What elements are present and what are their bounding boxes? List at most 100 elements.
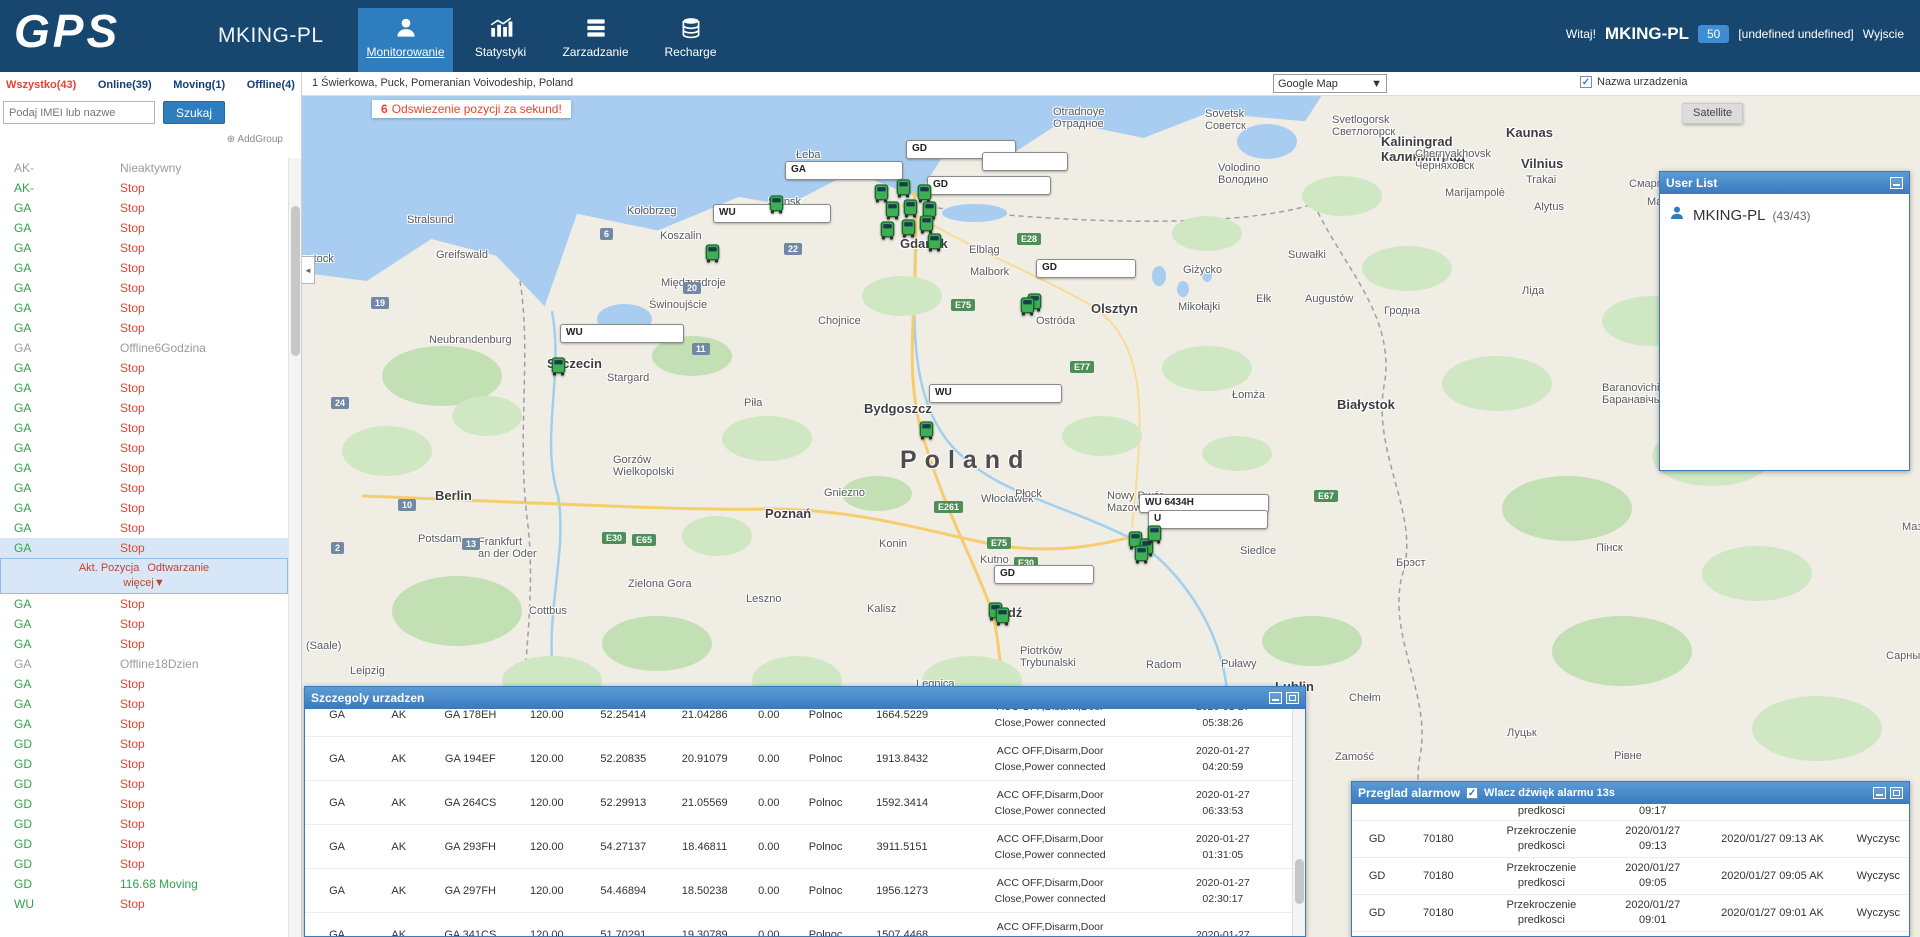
device-row[interactable]: GAStop (0, 418, 288, 438)
truck-marker-icon[interactable] (994, 607, 1011, 626)
device-table-row[interactable]: GAAKGA 194EF120.0052.2083520.910790.00Po… (305, 737, 1292, 781)
add-group-link[interactable]: ⊕ AddGroup (227, 134, 283, 145)
device-row[interactable]: GAStop (0, 278, 288, 298)
filter-all[interactable]: Wszystko(43) (6, 79, 76, 91)
device-row[interactable]: GAStop (0, 634, 288, 654)
imei-search-input[interactable] (3, 101, 155, 124)
filter-online[interactable]: Online(39) (98, 79, 152, 91)
device-marker-label[interactable] (982, 152, 1068, 171)
truck-marker-icon[interactable] (879, 221, 896, 240)
device-row[interactable]: GAStop (0, 614, 288, 634)
details-scrollbar[interactable] (1292, 709, 1305, 936)
device-row[interactable]: GAStop (0, 198, 288, 218)
device-row[interactable]: GAOffline6Godzina (0, 338, 288, 358)
minimize-icon[interactable] (1269, 692, 1282, 704)
search-button[interactable]: Szukaj (163, 101, 225, 124)
device-row[interactable]: GAStop (0, 458, 288, 478)
tab-monitorowanie[interactable]: Monitorowanie (358, 8, 453, 72)
device-table-row[interactable]: GAAKGA 297FH120.0054.4689418.502380.00Po… (305, 869, 1292, 913)
device-row[interactable]: GAStop (0, 298, 288, 318)
maximize-icon[interactable] (1286, 692, 1299, 704)
tab-zarzadzanie[interactable]: Zarzadzanie (548, 8, 643, 72)
device-row[interactable]: GD116.68 Moving (0, 874, 288, 894)
alarm-row[interactable]: predkosci09:17 (1352, 804, 1909, 821)
device-row[interactable]: WUStop (0, 894, 288, 914)
device-table-row[interactable]: GAAKGA 264CS120.0052.2991321.055690.00Po… (305, 781, 1292, 825)
device-row[interactable]: GDStop (0, 734, 288, 754)
device-row[interactable]: GAOffline18Dzien (0, 654, 288, 674)
logout-link[interactable]: Wyjscie (1863, 27, 1904, 41)
device-row[interactable]: GAStop (0, 594, 288, 614)
device-row[interactable]: GDStop (0, 754, 288, 774)
clear-alarm-link[interactable]: Wyczysc (1857, 907, 1900, 919)
clear-alarm-link[interactable]: Wyczysc (1857, 833, 1900, 845)
alarm-sound-checkbox[interactable]: ✓ (1466, 787, 1478, 799)
scrollbar-thumb[interactable] (1295, 859, 1304, 904)
device-row[interactable]: GAStop (0, 318, 288, 338)
device-actions[interactable]: Akt. PozycjaOdtwarzaniewięcej▼ (0, 558, 288, 594)
truck-marker-icon[interactable] (895, 179, 912, 198)
device-marker-label[interactable]: GD (994, 565, 1094, 584)
maximize-icon[interactable] (1890, 787, 1903, 799)
truck-marker-icon[interactable] (1133, 545, 1150, 564)
device-table-row[interactable]: GAAKGA 293FH120.0054.2713718.468110.00Po… (305, 825, 1292, 869)
checkbox-checked-icon[interactable]: ✓ (1580, 76, 1592, 88)
truck-marker-icon[interactable] (1146, 525, 1163, 544)
device-row[interactable]: GDStop (0, 774, 288, 794)
device-marker-label[interactable]: GD (1036, 259, 1136, 278)
alarm-row[interactable]: GD70180Przekroczeniepredkosci2020/01/270… (1352, 821, 1909, 858)
device-table-row[interactable]: GAAKGA 178EH120.0052.2541421.042860.00Po… (305, 709, 1292, 737)
scrollbar-thumb[interactable] (291, 206, 300, 356)
filter-offline[interactable]: Offline(4) (247, 79, 295, 91)
device-marker-label[interactable]: U (1148, 510, 1268, 529)
device-marker-label[interactable]: WU (929, 384, 1062, 403)
alarm-row[interactable]: GD70180Przekroczeniepredkosci2020/01/270… (1352, 858, 1909, 895)
filter-moving[interactable]: Moving(1) (173, 79, 225, 91)
device-row[interactable]: AK-Nieaktywny (0, 158, 288, 178)
device-row[interactable]: GAStop (0, 258, 288, 278)
device-name-toggle[interactable]: ✓ Nazwa urzadzenia (1580, 76, 1688, 88)
device-row[interactable]: GAStop (0, 518, 288, 538)
device-row[interactable]: GAStop (0, 694, 288, 714)
device-row[interactable]: GAStop (0, 238, 288, 258)
device-row[interactable]: GAStop (0, 538, 288, 558)
device-row[interactable]: GDStop (0, 854, 288, 874)
device-row[interactable]: GAStop (0, 378, 288, 398)
device-marker-label[interactable]: GA (785, 161, 903, 180)
truck-marker-icon[interactable] (884, 201, 901, 220)
tab-statystyki[interactable]: Statystyki (453, 8, 548, 72)
clear-alarm-link[interactable]: Wyczysc (1857, 870, 1900, 882)
device-row[interactable]: AK-Stop (0, 178, 288, 198)
device-row[interactable]: GAStop (0, 714, 288, 734)
satellite-button[interactable]: Satellite (1683, 103, 1743, 124)
minimize-icon[interactable] (1873, 787, 1886, 799)
truck-marker-icon[interactable] (918, 215, 935, 234)
device-row[interactable]: GAStop (0, 674, 288, 694)
device-marker-label[interactable]: WU (560, 324, 684, 343)
minimize-icon[interactable] (1890, 177, 1903, 189)
truck-marker-icon[interactable] (768, 195, 785, 214)
truck-marker-icon[interactable] (704, 244, 721, 263)
truck-marker-icon[interactable] (902, 199, 919, 218)
user-list-entry[interactable]: MKING-PL (43/43) (1660, 194, 1909, 237)
alarm-row[interactable]: GD70180Przekroczeniepredkosci2020/01/270… (1352, 895, 1909, 932)
device-row[interactable]: GAStop (0, 478, 288, 498)
sidebar-scrollbar[interactable] (288, 158, 301, 937)
truck-marker-icon[interactable] (1019, 297, 1036, 316)
tab-recharge[interactable]: Recharge (643, 8, 738, 72)
map-type-select[interactable]: Google Map▼ (1273, 74, 1387, 93)
device-row[interactable]: GAStop (0, 438, 288, 458)
truck-marker-icon[interactable] (926, 233, 943, 252)
device-row[interactable]: GDStop (0, 834, 288, 854)
device-marker-label[interactable]: GD (927, 176, 1051, 195)
sidebar-collapse-handle[interactable]: ◄ (302, 256, 315, 284)
device-row[interactable]: GDStop (0, 794, 288, 814)
device-row[interactable]: GAStop (0, 498, 288, 518)
device-table-row[interactable]: GAAKGA 341CS120.0051.7029119.307890.00Po… (305, 913, 1292, 936)
truck-marker-icon[interactable] (550, 357, 567, 376)
device-row[interactable]: GAStop (0, 358, 288, 378)
truck-marker-icon[interactable] (918, 421, 935, 440)
device-row[interactable]: GDStop (0, 814, 288, 834)
device-row[interactable]: GAStop (0, 398, 288, 418)
device-row[interactable]: GAStop (0, 218, 288, 238)
